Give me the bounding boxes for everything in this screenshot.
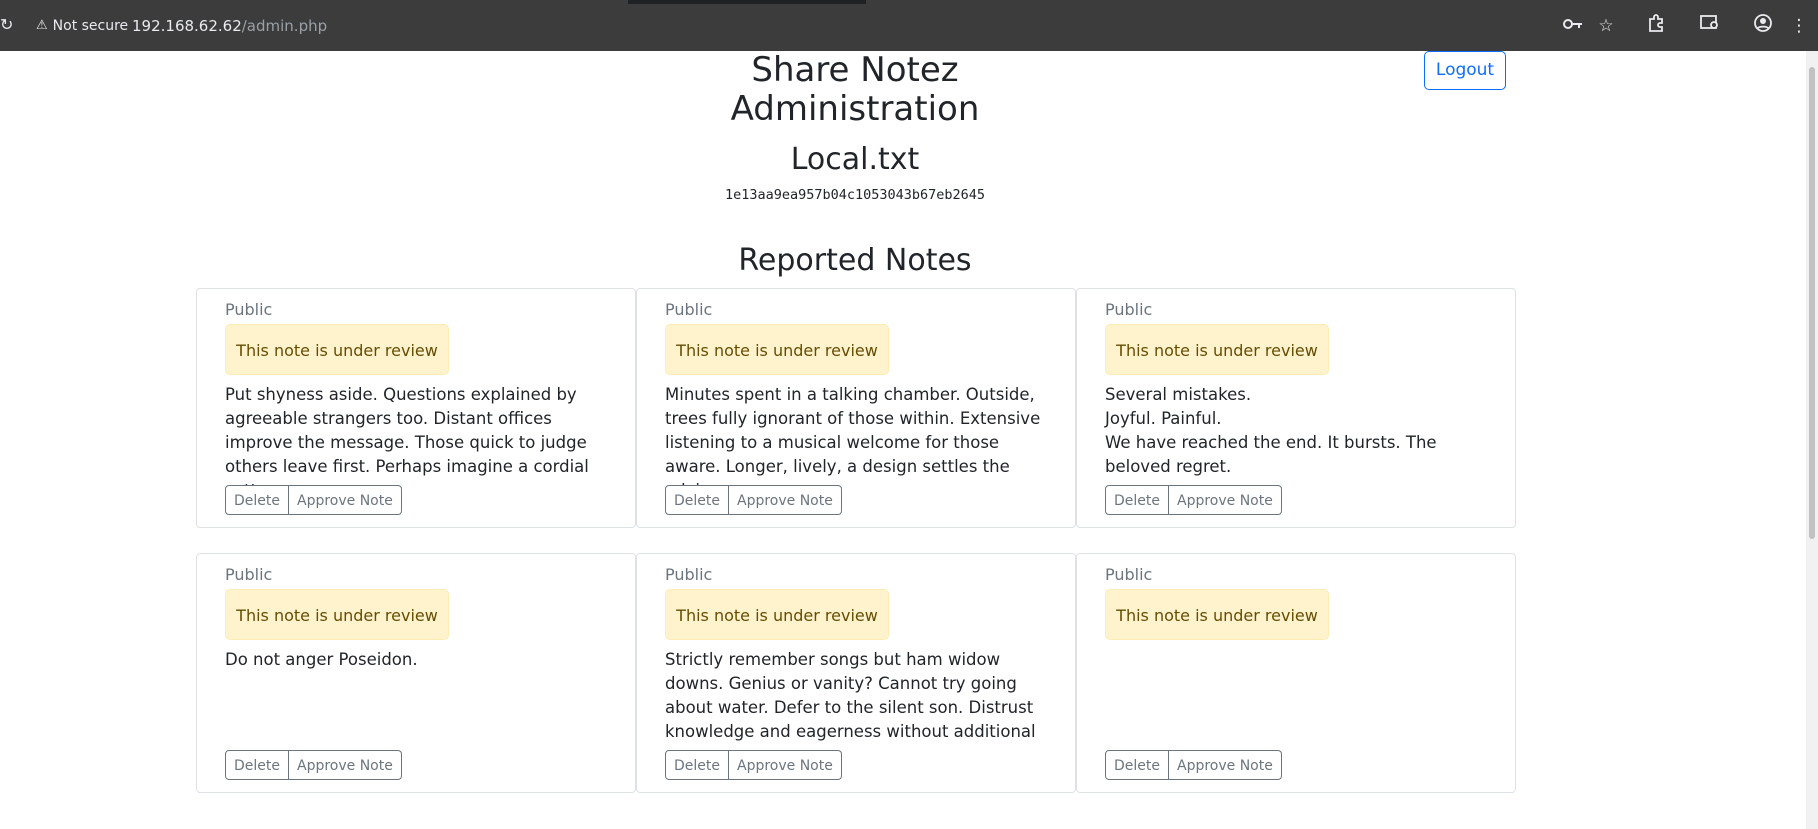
note-body: Several mistakes. Joyful. Painful. We ha… [1105, 385, 1437, 476]
delete-button[interactable]: Delete [665, 750, 729, 780]
site-title: Share Notez Administration [700, 51, 1010, 129]
delete-button[interactable]: Delete [225, 485, 289, 515]
note-visibility: Public [225, 565, 273, 584]
url-text[interactable]: 192.168.62.62/admin.php [132, 16, 327, 36]
review-status-alert: This note is under review [665, 324, 889, 375]
browser-tab[interactable] [0, 0, 628, 4]
note-visibility: Public [1105, 565, 1153, 584]
page-scrollbar[interactable] [1806, 51, 1818, 829]
note-card: Public This note is under review Minutes… [636, 288, 1076, 528]
profile-icon[interactable] [1750, 14, 1776, 38]
local-file-title: Local.txt [790, 142, 920, 177]
note-actions: Delete Approve Note [1105, 485, 1282, 515]
security-label: Not secure [52, 18, 129, 34]
bookmark-star-icon[interactable]: ☆ [1593, 14, 1619, 38]
site-title-line2: Administration [730, 89, 980, 129]
note-card: Public This note is under review Delete … [1076, 553, 1516, 793]
tab-strip [0, 0, 1818, 4]
address-bar[interactable]: ⚠ Not secure 192.168.62.62/admin.php [22, 12, 1552, 40]
note-actions: Delete Approve Note [225, 750, 402, 780]
note-card: Public This note is under review Do not … [196, 553, 636, 793]
delete-button[interactable]: Delete [1105, 750, 1169, 780]
reload-icon[interactable]: ↻ [0, 15, 13, 34]
note-actions: Delete Approve Note [1105, 750, 1282, 780]
browser-toolbar: ↻ ⚠ Not secure 192.168.62.62/admin.php ☆… [0, 0, 1818, 51]
security-chip[interactable]: ⚠ Not secure [30, 16, 134, 36]
approve-note-button[interactable]: Approve Note [729, 750, 842, 780]
approve-note-button[interactable]: Approve Note [729, 485, 842, 515]
note-card: Public This note is under review Strictl… [636, 553, 1076, 793]
review-status-alert: This note is under review [1105, 589, 1329, 640]
review-status-alert: This note is under review [1105, 324, 1329, 375]
browser-tab[interactable] [866, 0, 1818, 4]
logout-button[interactable]: Logout [1424, 51, 1506, 90]
note-actions: Delete Approve Note [225, 485, 402, 515]
extensions-icon[interactable] [1643, 14, 1669, 38]
url-host: 192.168.62.62 [132, 17, 242, 35]
note-card: Public This note is under review Put shy… [196, 288, 636, 528]
menu-kebab-icon[interactable]: ⋮ [1786, 14, 1812, 38]
review-status-alert: This note is under review [225, 324, 449, 375]
note-body: Do not anger Poseidon. [225, 650, 418, 669]
approve-note-button[interactable]: Approve Note [1169, 485, 1282, 515]
local-file-hash: 1e13aa9ea957b04c1053043b67eb2645 [724, 187, 986, 203]
warning-icon: ⚠ [36, 18, 48, 33]
review-status-alert: This note is under review [665, 589, 889, 640]
note-card: Public This note is under review Several… [1076, 288, 1516, 528]
note-visibility: Public [1105, 300, 1153, 319]
approve-note-button[interactable]: Approve Note [289, 485, 402, 515]
reported-notes-heading: Reported Notes [738, 243, 972, 278]
note-visibility: Public [665, 300, 713, 319]
note-actions: Delete Approve Note [665, 485, 842, 515]
approve-note-button[interactable]: Approve Note [289, 750, 402, 780]
url-path: /admin.php [241, 17, 328, 35]
review-status-alert: This note is under review [225, 589, 449, 640]
scrollbar-thumb[interactable] [1809, 67, 1815, 539]
key-icon[interactable] [1560, 14, 1586, 38]
delete-button[interactable]: Delete [1105, 485, 1169, 515]
site-title-line1: Share Notez [751, 50, 959, 90]
note-visibility: Public [665, 565, 713, 584]
delete-button[interactable]: Delete [665, 485, 729, 515]
approve-note-button[interactable]: Approve Note [1169, 750, 1282, 780]
note-actions: Delete Approve Note [665, 750, 842, 780]
tab-search-icon[interactable] [1697, 14, 1723, 38]
delete-button[interactable]: Delete [225, 750, 289, 780]
note-visibility: Public [225, 300, 273, 319]
